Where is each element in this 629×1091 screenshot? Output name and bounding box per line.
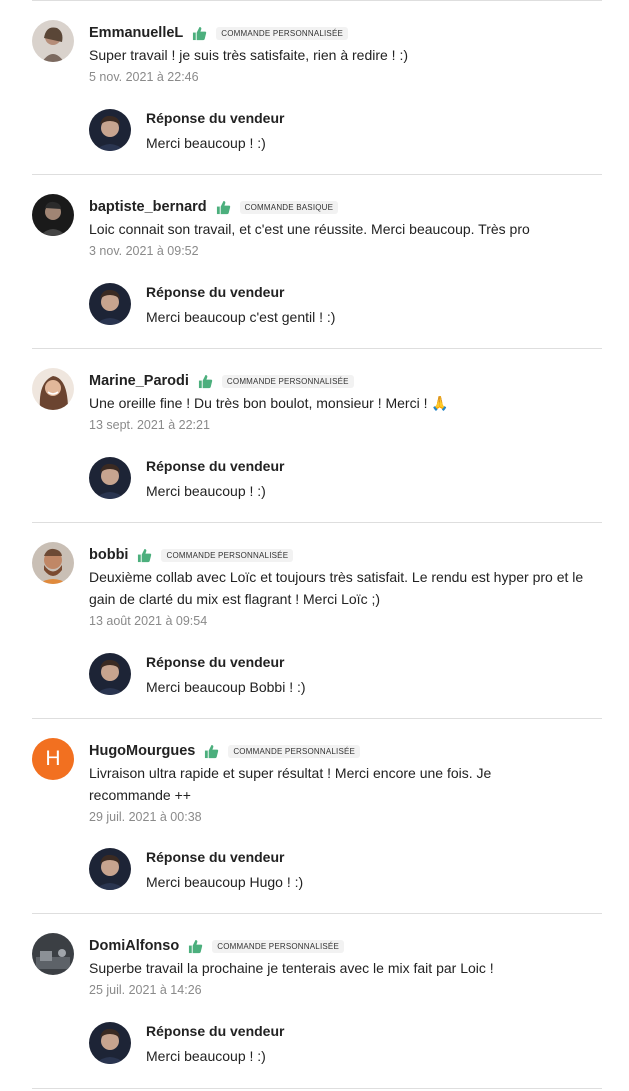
- seller-avatar[interactable]: [89, 283, 131, 325]
- review-header: Marine_Parodi COMMANDE PERSONNALISÉE: [89, 370, 354, 392]
- thumbs-up-icon: [192, 26, 207, 41]
- review-header: DomiAlfonso COMMANDE PERSONNALISÉE: [89, 935, 344, 957]
- review-header: HugoMourgues COMMANDE PERSONNALISÉE: [89, 740, 361, 762]
- review-comment: Loic connait son travail, et c'est une r…: [89, 221, 530, 237]
- thumbs-up-icon: [188, 939, 203, 954]
- review-comment: Livraison ultra rapide et super résultat…: [89, 765, 492, 803]
- review-date: 13 août 2021 à 09:54: [89, 614, 208, 628]
- thumbs-up-icon: [216, 200, 231, 215]
- review-date: 5 nov. 2021 à 22:46: [89, 70, 199, 84]
- review-item: Marine_Parodi COMMANDE PERSONNALISÉE Une…: [32, 348, 602, 523]
- review-date: 13 sept. 2021 à 22:21: [89, 418, 210, 432]
- order-type-badge: COMMANDE PERSONNALISÉE: [212, 939, 344, 953]
- username[interactable]: bobbi: [89, 547, 128, 563]
- user-avatar[interactable]: [32, 368, 74, 410]
- seller-avatar[interactable]: [89, 457, 131, 499]
- order-type-badge: COMMANDE BASIQUE: [239, 200, 339, 214]
- review-comment: Superbe travail la prochaine je tenterai…: [89, 960, 494, 976]
- reply-text: Merci beaucoup ! :): [146, 135, 266, 151]
- review-date: 3 nov. 2021 à 09:52: [89, 244, 199, 258]
- review-item: EmmanuelleL COMMANDE PERSONNALISÉE Super…: [32, 0, 602, 175]
- reply-title: Réponse du vendeur: [146, 284, 285, 300]
- user-avatar[interactable]: [32, 20, 74, 62]
- thumbs-up-icon: [198, 374, 213, 389]
- review-header: EmmanuelleL COMMANDE PERSONNALISÉE: [89, 22, 349, 44]
- order-type-badge: COMMANDE PERSONNALISÉE: [216, 26, 349, 40]
- user-avatar[interactable]: [32, 933, 74, 975]
- review-comment: Une oreille fine ! Du très bon boulot, m…: [89, 395, 449, 411]
- seller-avatar[interactable]: [89, 848, 131, 890]
- reply-text: Merci beaucoup c'est gentil ! :): [146, 309, 336, 325]
- reply-title: Réponse du vendeur: [146, 654, 285, 670]
- thumbs-up-icon: [137, 548, 152, 563]
- user-avatar[interactable]: H: [32, 738, 74, 780]
- review-comment: Deuxième collab avec Loïc et toujours tr…: [89, 569, 584, 607]
- reply-title: Réponse du vendeur: [146, 1023, 285, 1039]
- review-item: H HugoMourgues COMMANDE PERSONNALISÉE Li…: [32, 718, 602, 914]
- order-type-badge: COMMANDE PERSONNALISÉE: [161, 548, 294, 562]
- review-header: baptiste_bernard COMMANDE BASIQUE: [89, 196, 339, 218]
- seller-avatar[interactable]: [89, 109, 131, 151]
- review-item: bobbi COMMANDE PERSONNALISÉE Deuxième co…: [32, 522, 602, 719]
- reply-text: Merci beaucoup ! :): [146, 483, 266, 499]
- review-item: DomiAlfonso COMMANDE PERSONNALISÉE Super…: [32, 913, 602, 1089]
- review-date: 25 juil. 2021 à 14:26: [89, 983, 202, 997]
- reply-title: Réponse du vendeur: [146, 849, 285, 865]
- username[interactable]: EmmanuelleL: [89, 25, 183, 41]
- seller-avatar[interactable]: [89, 1022, 131, 1064]
- user-avatar[interactable]: [32, 542, 74, 584]
- reply-title: Réponse du vendeur: [146, 458, 285, 474]
- reply-text: Merci beaucoup ! :): [146, 1048, 266, 1064]
- order-type-badge: COMMANDE PERSONNALISÉE: [228, 744, 361, 758]
- reply-title: Réponse du vendeur: [146, 110, 285, 126]
- reply-text: Merci beaucoup Hugo ! :): [146, 874, 304, 890]
- thumbs-up-icon: [204, 744, 219, 759]
- username[interactable]: DomiAlfonso: [89, 938, 179, 954]
- reply-text: Merci beaucoup Bobbi ! :): [146, 679, 306, 695]
- review-item: baptiste_bernard COMMANDE BASIQUE Loic c…: [32, 174, 602, 349]
- review-date: 29 juil. 2021 à 00:38: [89, 810, 202, 824]
- order-type-badge: COMMANDE PERSONNALISÉE: [221, 374, 354, 388]
- username[interactable]: Marine_Parodi: [89, 373, 189, 389]
- review-header: bobbi COMMANDE PERSONNALISÉE: [89, 544, 294, 566]
- user-avatar[interactable]: [32, 194, 74, 236]
- seller-avatar[interactable]: [89, 653, 131, 695]
- username[interactable]: baptiste_bernard: [89, 199, 207, 215]
- username[interactable]: HugoMourgues: [89, 743, 195, 759]
- review-comment: Super travail ! je suis très satisfaite,…: [89, 47, 409, 63]
